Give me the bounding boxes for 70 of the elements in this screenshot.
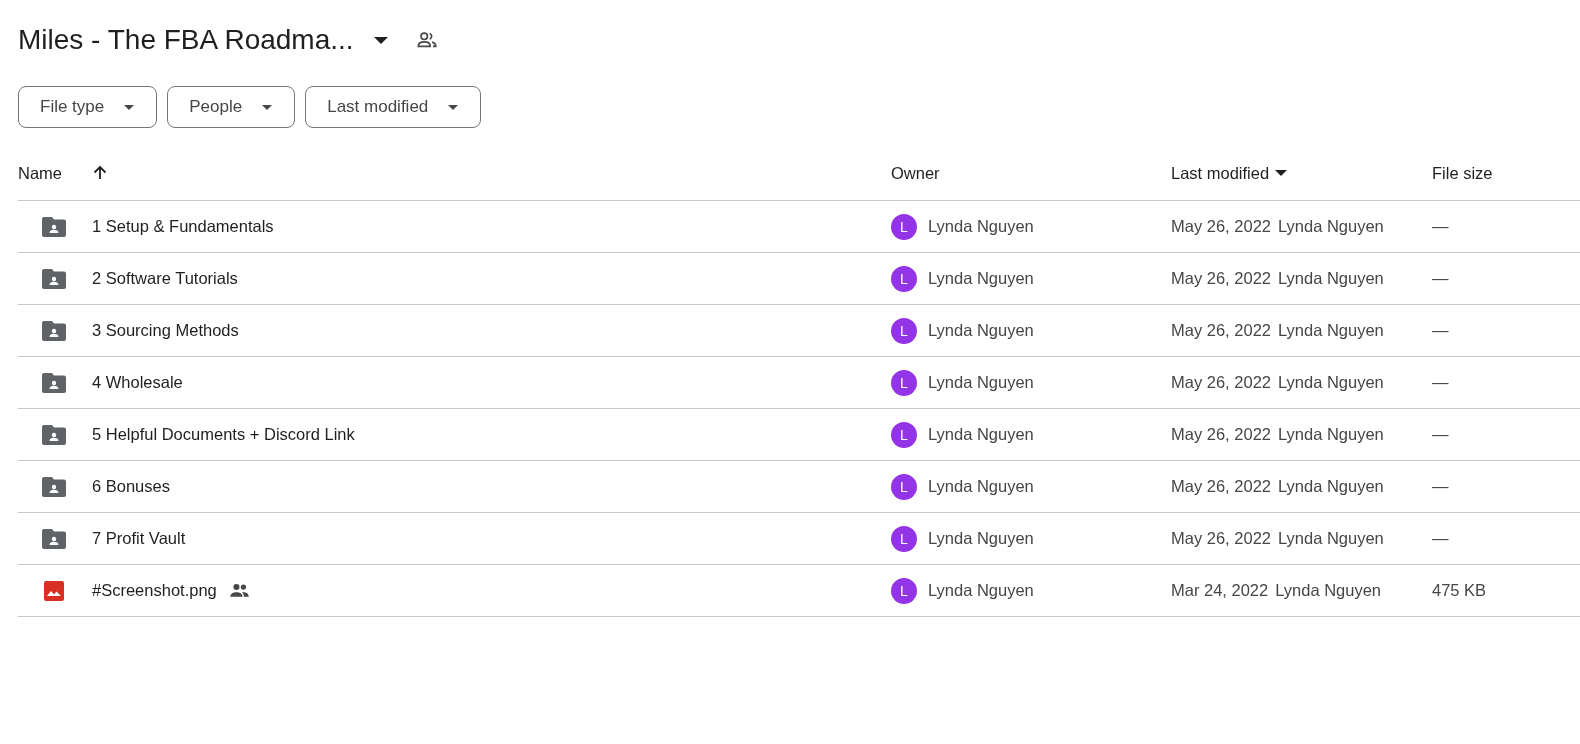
modified-by: Lynda Nguyen xyxy=(1278,529,1384,548)
owner-avatar: L xyxy=(891,369,917,396)
owner-name: Lynda Nguyen xyxy=(928,217,1034,236)
shared-folder-icon xyxy=(42,268,66,289)
shared-folder-icon xyxy=(42,424,66,445)
image-file-icon xyxy=(42,580,66,601)
modified-date: May 26, 2022 xyxy=(1171,321,1271,340)
folder-title[interactable]: Miles - The FBA Roadma... xyxy=(18,24,354,56)
column-header[interactable]: Owner xyxy=(891,163,940,183)
file-name[interactable]: 2 Software Tutorials xyxy=(92,269,238,288)
file-name[interactable]: 7 Profit Vault xyxy=(92,529,186,548)
owner-name: Lynda Nguyen xyxy=(928,321,1034,340)
modified-date: May 26, 2022 xyxy=(1171,529,1271,548)
caret-icon[interactable] xyxy=(373,36,388,44)
modified-by: Lynda Nguyen xyxy=(1278,321,1384,340)
owner-name: Lynda Nguyen xyxy=(928,269,1034,288)
file-size: — xyxy=(1432,217,1449,236)
owner-avatar: L xyxy=(891,473,917,500)
file-name[interactable]: 6 Bonuses xyxy=(92,477,170,496)
modified-date: May 26, 2022 xyxy=(1171,269,1271,288)
owner-name: Lynda Nguyen xyxy=(928,373,1034,392)
modified-date: Mar 24, 2022 xyxy=(1171,581,1269,600)
shared-folder-icon xyxy=(42,476,66,497)
file-size: — xyxy=(1432,373,1449,392)
caret-icon xyxy=(262,104,273,110)
owner-avatar: L xyxy=(891,265,917,292)
file-name[interactable]: #Screenshot.png xyxy=(92,581,217,600)
file-size: — xyxy=(1432,477,1449,496)
modified-by: Lynda Nguyen xyxy=(1275,581,1382,600)
file-size: — xyxy=(1432,269,1449,288)
filter-dropdown[interactable]: Last modified xyxy=(305,86,482,128)
filter-dropdown[interactable]: File type xyxy=(18,86,158,128)
modified-date: May 26, 2022 xyxy=(1171,217,1271,236)
owner-name: Lynda Nguyen xyxy=(928,425,1034,444)
file-name[interactable]: 5 Helpful Documents + Discord Link xyxy=(92,425,355,444)
owner-avatar: L xyxy=(891,421,917,448)
column-header[interactable]: File size xyxy=(1432,163,1493,183)
file-size: — xyxy=(1432,529,1449,548)
owner-avatar: L xyxy=(891,525,917,552)
modified-date: May 26, 2022 xyxy=(1171,477,1271,496)
file-name[interactable]: 4 Wholesale xyxy=(92,373,183,392)
column-header[interactable]: Last modified xyxy=(1171,163,1270,183)
modified-by: Lynda Nguyen xyxy=(1278,217,1384,236)
modified-by: Lynda Nguyen xyxy=(1278,477,1384,496)
modified-by: Lynda Nguyen xyxy=(1278,425,1384,444)
column-header[interactable]: Name xyxy=(18,163,62,183)
modified-date: May 26, 2022 xyxy=(1171,373,1271,392)
modified-by: Lynda Nguyen xyxy=(1278,269,1384,288)
owner-name: Lynda Nguyen xyxy=(928,529,1034,548)
modified-date: May 26, 2022 xyxy=(1171,425,1271,444)
shared-folder-icon xyxy=(42,216,66,237)
filter-dropdown[interactable]: People xyxy=(167,86,296,128)
owner-avatar: L xyxy=(891,317,917,344)
shared-folder-icon xyxy=(42,528,66,549)
owner-name: Lynda Nguyen xyxy=(928,581,1034,600)
sort-up-arrow-icon[interactable] xyxy=(92,165,108,181)
owner-avatar: L xyxy=(891,577,917,604)
owner-name: Lynda Nguyen xyxy=(928,477,1034,496)
caret-icon[interactable] xyxy=(1275,170,1288,176)
caret-icon xyxy=(124,104,135,110)
file-size: — xyxy=(1432,321,1449,340)
file-size: 475 KB xyxy=(1432,581,1487,600)
caret-icon xyxy=(448,104,459,110)
shared-folder-icon xyxy=(42,320,66,341)
file-size: — xyxy=(1432,425,1449,444)
owner-avatar: L xyxy=(891,213,917,240)
file-name[interactable]: 3 Sourcing Methods xyxy=(92,321,239,340)
modified-by: Lynda Nguyen xyxy=(1278,373,1384,392)
shared-folder-icon xyxy=(42,372,66,393)
file-name[interactable]: 1 Setup & Fundamentals xyxy=(92,217,274,236)
